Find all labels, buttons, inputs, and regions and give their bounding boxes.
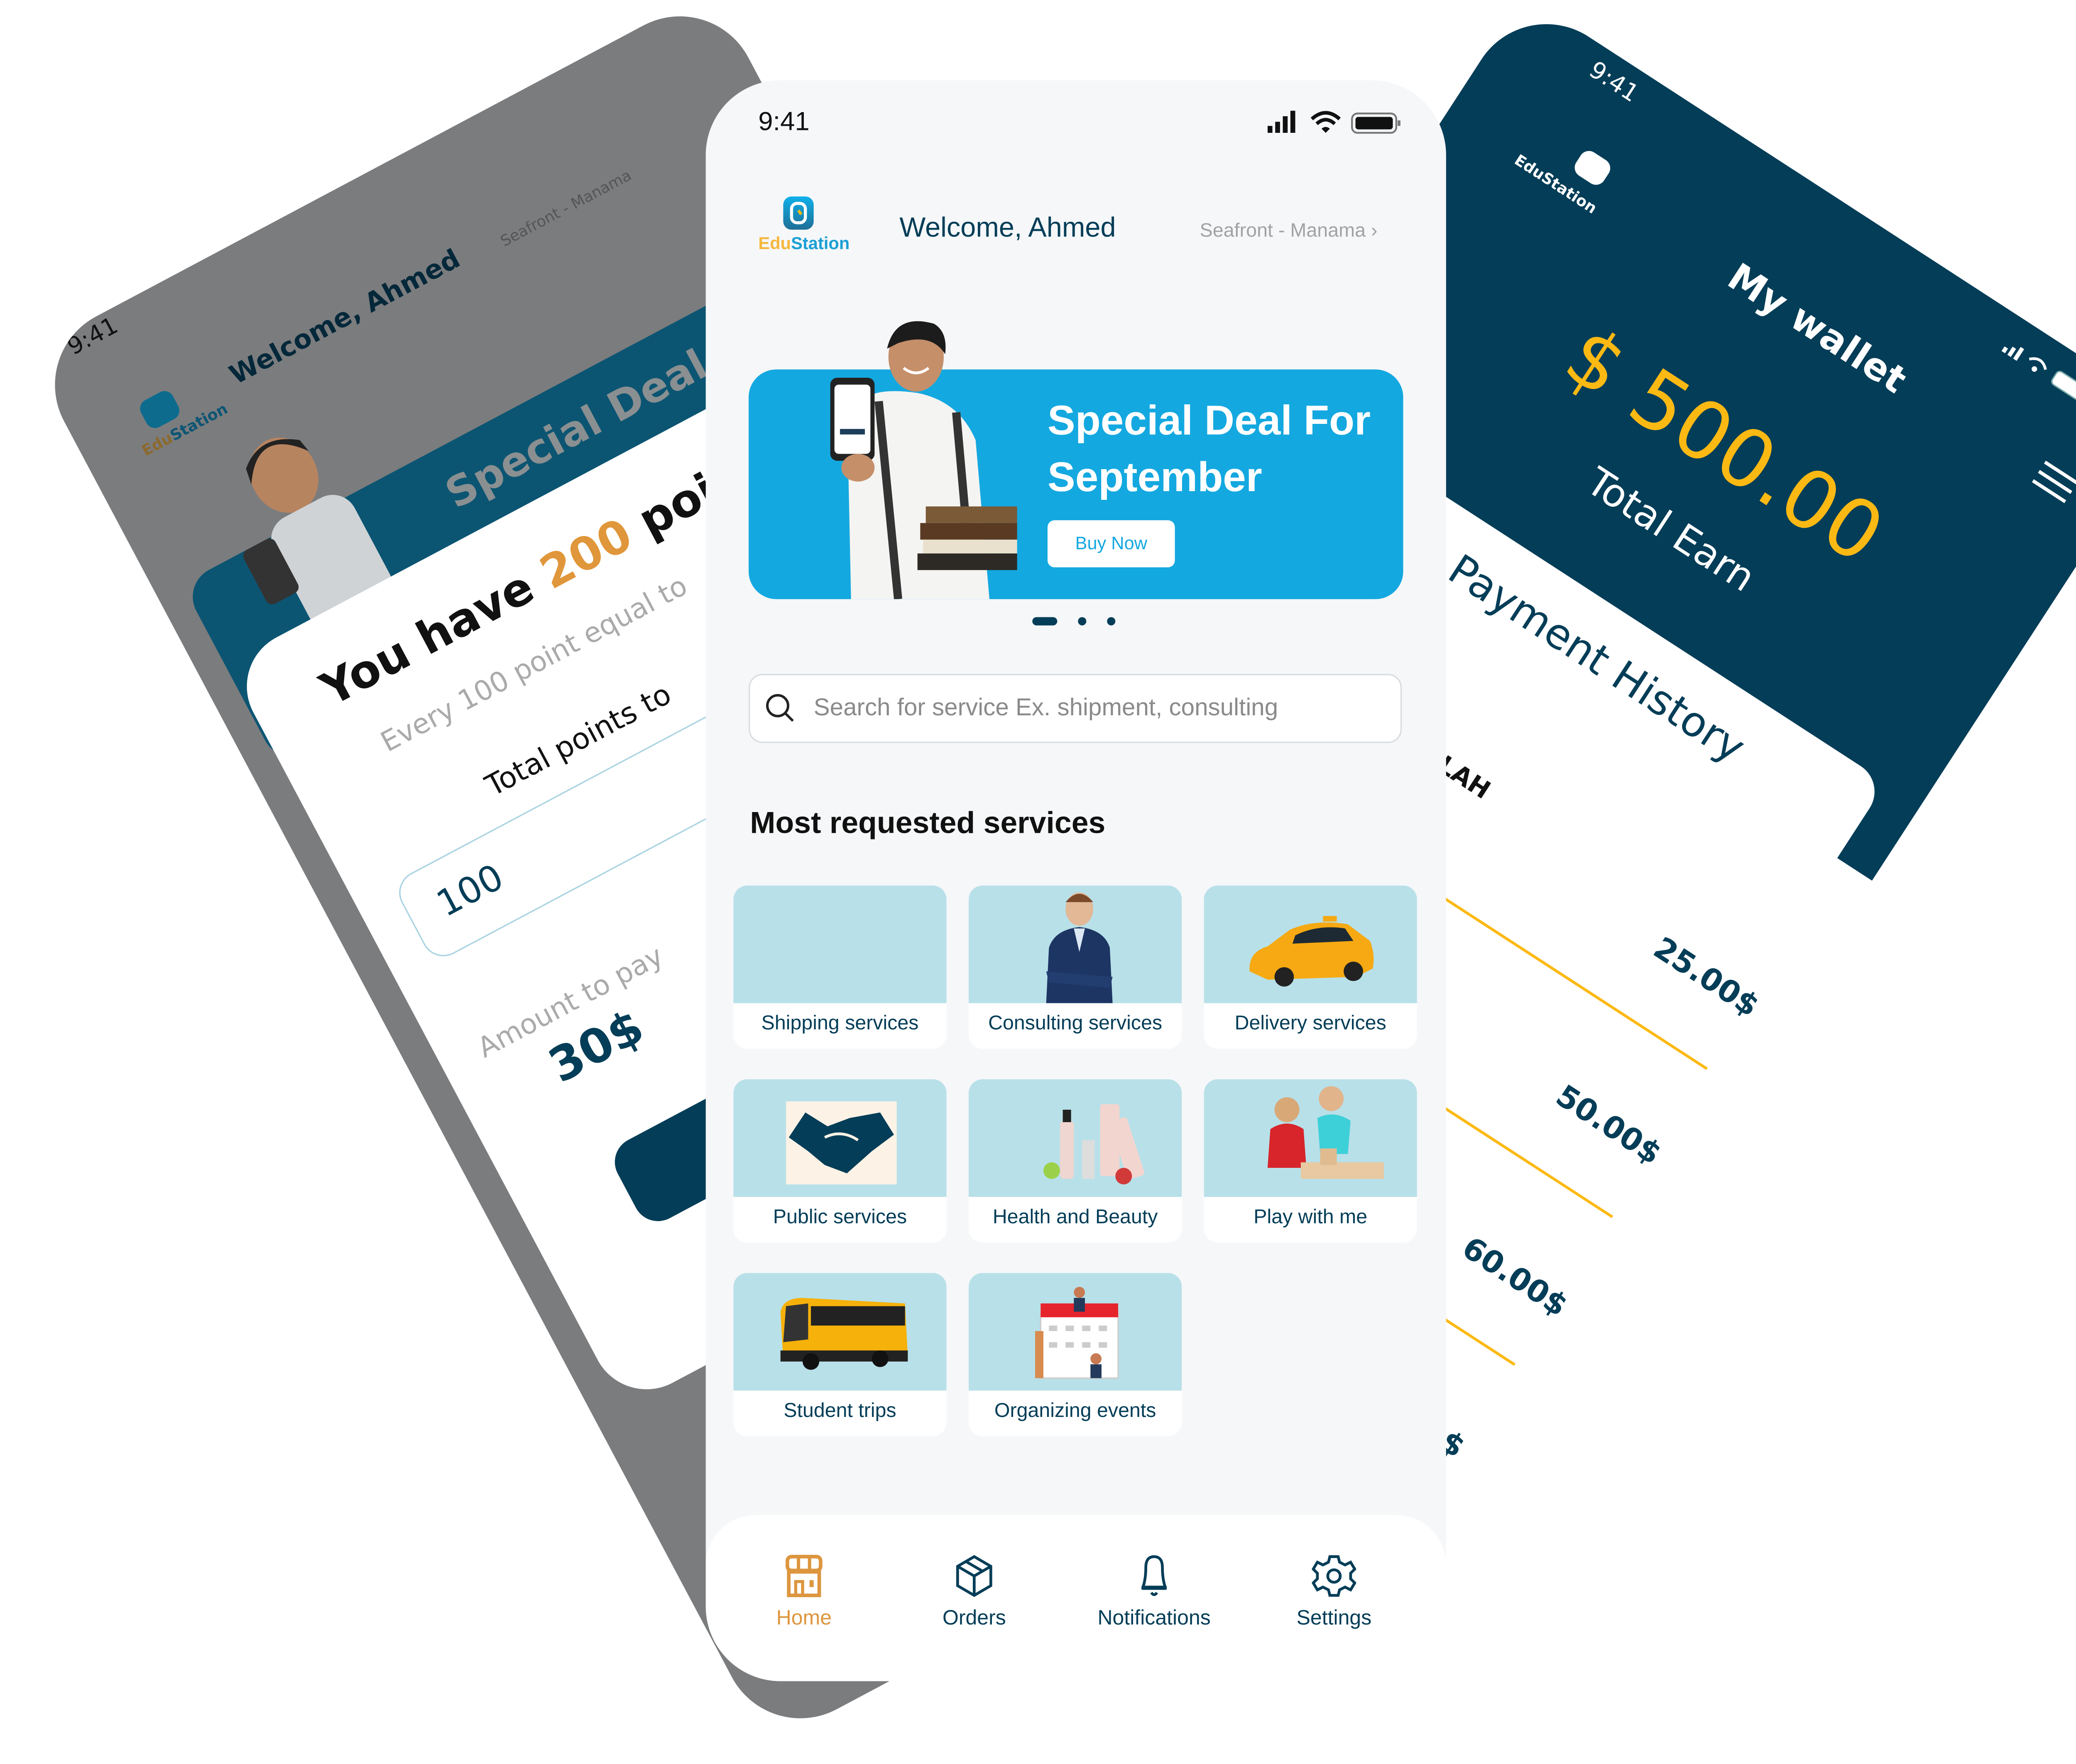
calendar-image [969,1273,1182,1391]
hamburger-menu-icon[interactable] [2030,460,2076,506]
search-input[interactable]: Search for service Ex. shipment, consult… [749,674,1402,743]
banner-title-line2: September [1048,455,1262,501]
status-icons [2001,346,2076,400]
location-selector[interactable]: Seafront - Manama › [1200,219,1378,241]
box-icon [956,1555,992,1597]
points-input-value: 100 [430,857,511,926]
shipping-image [733,886,947,1003]
service-label: Delivery services [1234,1013,1386,1035]
service-card-delivery[interactable]: Delivery services [1204,886,1417,1049]
nav-label: Settings [1296,1606,1372,1630]
student-image [830,321,1017,599]
service-label: Public services [773,1206,907,1229]
taxi-car-image [1204,886,1417,1003]
payment-amount: 25.00$ [1647,931,1765,1025]
nav-home[interactable]: Home [721,1554,887,1630]
service-label: Consulting services [988,1013,1163,1035]
logo-part1: Edu [758,234,791,253]
carousel-indicator[interactable] [1032,617,1143,626]
bottom-navigation: Home Orders Notifications Settings [705,1515,1446,1681]
welcome-text: Welcome, Ahmed [899,213,1116,244]
logo-text: EduStation [758,234,849,253]
status-time: 9:41 [63,312,123,362]
points-value: 200 [531,507,641,600]
handshake-image [733,1079,947,1197]
location-text: Seafront - Manama [1200,218,1366,241]
status-time: 9:41 [758,108,810,137]
service-label: Play with me [1253,1206,1368,1229]
cosmetics-image [969,1079,1182,1197]
edustation-logo-icon [1571,147,1614,189]
bus-image [733,1273,947,1391]
nav-label: Orders [942,1606,1006,1630]
nav-settings[interactable]: Settings [1251,1554,1417,1630]
nav-label: Home [776,1606,832,1630]
payment-amount: 50.00$ [1549,1079,1667,1172]
service-card-health-beauty[interactable]: Health and Beauty [969,1079,1182,1243]
home-phone-screen: 9:41 EduStation Welcome, Ahmed Seafront … [705,80,1446,1681]
service-card-consulting[interactable]: Consulting services [969,886,1182,1049]
nav-notifications[interactable]: Notifications [1071,1554,1237,1630]
edustation-logo-icon [783,196,814,230]
service-card-organizing-events[interactable]: Organizing events [969,1273,1182,1436]
status-icons [1267,110,1400,134]
consultant-image [969,886,1182,1003]
welcome-text: Welcome, Ahmed [225,244,465,391]
carousel-dot-active[interactable] [1032,617,1058,626]
bell-icon [1141,1555,1167,1596]
search-icon [766,694,794,722]
app-showcase: 9:41 EduStation Welcome, Ahmed Seafront … [0,0,2076,1764]
carousel-dot[interactable] [1107,617,1116,626]
nav-orders[interactable]: Orders [891,1554,1057,1630]
carousel-dot[interactable] [1078,617,1087,626]
gear-icon [1312,1555,1356,1597]
service-label: Organizing events [994,1400,1156,1423]
service-label: Shipping services [761,1013,919,1035]
edustation-logo: EduStation [756,196,852,254]
nav-label: Notifications [1097,1606,1211,1630]
chevron-right-icon: › [1371,218,1378,241]
section-title: Most requested services [750,805,1106,840]
logo-part2: Station [791,234,850,253]
payment-amount: 60.00$ [1455,1231,1573,1324]
service-label: Health and Beauty [992,1206,1158,1229]
service-card-shipping[interactable]: Shipping services [733,886,947,1049]
service-card-public[interactable]: Public services [733,1079,947,1243]
search-placeholder: Search for service Ex. shipment, consult… [813,693,1278,721]
store-icon [786,1555,823,1598]
wallet-title: My wallet [1720,256,1914,403]
banner-title-line1: Special Deal For [1048,398,1371,444]
service-label: Student trips [783,1400,896,1423]
service-card-play[interactable]: Play with me [1204,1079,1417,1243]
buy-now-button[interactable]: Buy Now [1048,520,1175,568]
location-selector[interactable]: Seafront - Manama [498,166,634,251]
status-time: 9:41 [1584,56,1643,109]
service-card-student-trips[interactable]: Student trips [733,1273,947,1436]
kids-playing-image [1204,1079,1417,1197]
banner-title: Special Deal For September [1048,393,1371,506]
